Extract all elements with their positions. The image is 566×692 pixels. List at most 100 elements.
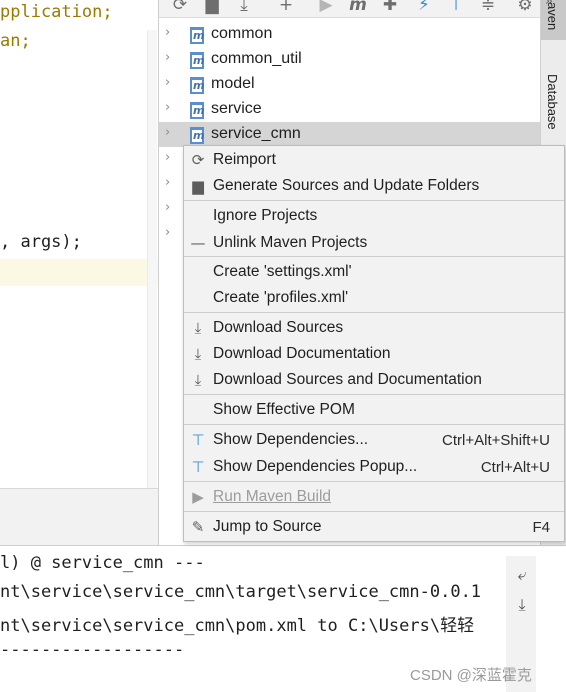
menu-item-shortcut: F4 xyxy=(532,519,550,536)
watermark: CSDN @深蓝霍克 xyxy=(410,667,532,684)
more-tabs-icon[interactable]: » xyxy=(545,0,553,9)
reimport-all-icon[interactable]: ⟳ xyxy=(170,0,190,16)
download-icon[interactable]: ⤓ xyxy=(234,0,254,16)
code-line: pplication; xyxy=(0,2,113,22)
skip-tests-icon[interactable]: ⚡ xyxy=(414,0,434,16)
menu-item-ignore-projects[interactable]: Ignore Projects xyxy=(184,203,564,229)
menu-separator xyxy=(184,424,564,425)
menu-item-show-dependencies[interactable]: ⊤ Show Dependencies... Ctrl+Alt+Shift+U xyxy=(184,427,564,453)
chevron-right-icon[interactable]: › xyxy=(165,150,170,165)
menu-separator xyxy=(184,312,564,313)
context-menu: ⟳ Reimport ▆ Generate Sources and Update… xyxy=(183,145,565,542)
menu-item-show-effective-pom[interactable]: Show Effective POM xyxy=(184,397,564,423)
tree-item-common-util[interactable]: › m common_util xyxy=(159,47,541,72)
maven-module-icon: m xyxy=(190,52,204,69)
chevron-right-icon[interactable]: › xyxy=(165,50,170,65)
menu-item-label: Show Effective POM xyxy=(213,401,355,418)
tree-item-common[interactable]: › m common xyxy=(159,22,541,47)
maven-toolbar: ⟳ ▆ ⤓ + ▶ m ✚ ⚡ ⊤ ≑ ⚙ xyxy=(159,0,541,18)
toggle-offline-icon[interactable]: ✚ xyxy=(380,0,400,16)
chevron-right-icon[interactable]: › xyxy=(165,200,170,215)
menu-item-label: Download Sources and Documentation xyxy=(213,371,482,388)
soft-wrap-icon[interactable]: ⤶ xyxy=(513,566,531,584)
menu-separator xyxy=(184,394,564,395)
console-line: nt\service\service_cmn\pom.xml to C:\Use… xyxy=(0,616,475,636)
chevron-right-icon[interactable]: › xyxy=(165,25,170,40)
menu-item-label: Show Dependencies Popup... xyxy=(213,458,418,475)
maven-module-icon: m xyxy=(190,27,204,44)
menu-item-shortcut: Ctrl+Alt+U xyxy=(480,459,550,476)
refresh-icon: ⟳ xyxy=(191,151,205,169)
add-icon[interactable]: + xyxy=(276,0,296,16)
menu-item-generate-sources[interactable]: ▆ Generate Sources and Update Folders xyxy=(184,173,564,199)
menu-item-label: Download Documentation xyxy=(213,345,391,362)
maven-module-icon: m xyxy=(190,127,204,144)
menu-item-label: Unlink Maven Projects xyxy=(213,234,368,251)
console-line: l) @ service_cmn --- xyxy=(0,553,205,573)
editor-scrollbar[interactable] xyxy=(147,30,157,488)
chevron-right-icon[interactable]: › xyxy=(165,100,170,115)
chevron-right-icon[interactable]: › xyxy=(165,125,170,140)
menu-item-download-sources[interactable]: ⤓ Download Sources xyxy=(184,315,564,341)
menu-item-download-documentation[interactable]: ⤓ Download Documentation xyxy=(184,341,564,367)
tree-item-label: common xyxy=(211,25,273,42)
collapse-all-icon[interactable]: ≑ xyxy=(478,0,498,16)
minus-icon: — xyxy=(190,234,206,252)
run-console[interactable]: l) @ service_cmn --- nt\service\service_… xyxy=(0,545,566,692)
tree-item-label: service xyxy=(211,100,262,117)
run-icon[interactable]: ▶ xyxy=(316,0,336,16)
menu-item-label: Create 'profiles.xml' xyxy=(213,289,349,306)
menu-item-run-maven-build[interactable]: ▶ Run Maven Build xyxy=(184,484,564,510)
folder-refresh-icon: ▆ xyxy=(192,177,204,195)
menu-item-download-sources-and-documentation[interactable]: ⤓ Download Sources and Documentation xyxy=(184,367,564,393)
generate-sources-icon[interactable]: ▆ xyxy=(202,0,222,16)
maven-goal-icon[interactable]: m xyxy=(348,0,368,16)
code-line: an; xyxy=(0,31,31,51)
menu-item-label: Jump to Source xyxy=(213,518,322,535)
code-line: , args); xyxy=(0,232,82,252)
dependencies-icon: ⊤ xyxy=(191,431,205,449)
menu-item-label: Generate Sources and Update Folders xyxy=(213,177,480,194)
menu-separator xyxy=(184,200,564,201)
menu-item-label: Create 'settings.xml' xyxy=(213,263,352,280)
console-line: ------------------ xyxy=(0,640,185,660)
run-icon: ▶ xyxy=(192,488,204,506)
menu-item-create-profiles-xml[interactable]: Create 'profiles.xml' xyxy=(184,285,564,311)
menu-item-reimport[interactable]: ⟳ Reimport xyxy=(184,147,564,173)
menu-item-show-dependencies-popup[interactable]: ⊤ Show Dependencies Popup... Ctrl+Alt+U xyxy=(184,454,564,480)
editor-status-area xyxy=(0,488,158,518)
download-icon: ⤓ xyxy=(194,319,202,337)
show-dependencies-icon[interactable]: ⊤ xyxy=(446,0,466,16)
tree-item-model[interactable]: › m model xyxy=(159,72,541,97)
dependencies-icon: ⊤ xyxy=(191,458,205,476)
maven-module-icon: m xyxy=(190,102,204,119)
menu-separator xyxy=(184,256,564,257)
tree-item-label: common_util xyxy=(211,50,302,67)
maven-module-icon: m xyxy=(190,77,204,94)
tree-item-label: service_cmn xyxy=(211,125,301,142)
console-line: nt\service\service_cmn\target\service_cm… xyxy=(0,582,482,602)
menu-item-label: Ignore Projects xyxy=(213,207,318,224)
edit-icon: ✎ xyxy=(191,518,205,536)
menu-item-label: Run Maven Build xyxy=(213,488,332,505)
database-side-tab[interactable]: Database xyxy=(545,74,560,130)
menu-item-label: Reimport xyxy=(213,151,276,168)
chevron-right-icon[interactable]: › xyxy=(165,225,170,240)
settings-icon[interactable]: ⚙ xyxy=(515,0,535,16)
chevron-right-icon[interactable]: › xyxy=(165,75,170,90)
menu-item-label: Show Dependencies... xyxy=(213,431,369,448)
scroll-to-end-icon[interactable]: ⤓ xyxy=(513,596,531,614)
download-icon: ⤓ xyxy=(194,345,202,363)
menu-item-shortcut: Ctrl+Alt+Shift+U xyxy=(442,432,550,449)
menu-item-create-settings-xml[interactable]: Create 'settings.xml' xyxy=(184,259,564,285)
menu-separator xyxy=(184,481,564,482)
menu-item-label: Download Sources xyxy=(213,319,344,336)
tree-item-service[interactable]: › m service xyxy=(159,97,541,122)
menu-item-unlink-maven-projects[interactable]: — Unlink Maven Projects xyxy=(184,230,564,256)
chevron-right-icon[interactable]: › xyxy=(165,175,170,190)
menu-item-jump-to-source[interactable]: ✎ Jump to Source F4 xyxy=(184,514,564,540)
code-editor[interactable]: pplication; an; , args); xyxy=(0,0,158,488)
tree-item-label: model xyxy=(211,75,255,92)
tree-item-service-cmn[interactable]: › m service_cmn xyxy=(159,122,541,147)
download-icon: ⤓ xyxy=(194,371,202,389)
